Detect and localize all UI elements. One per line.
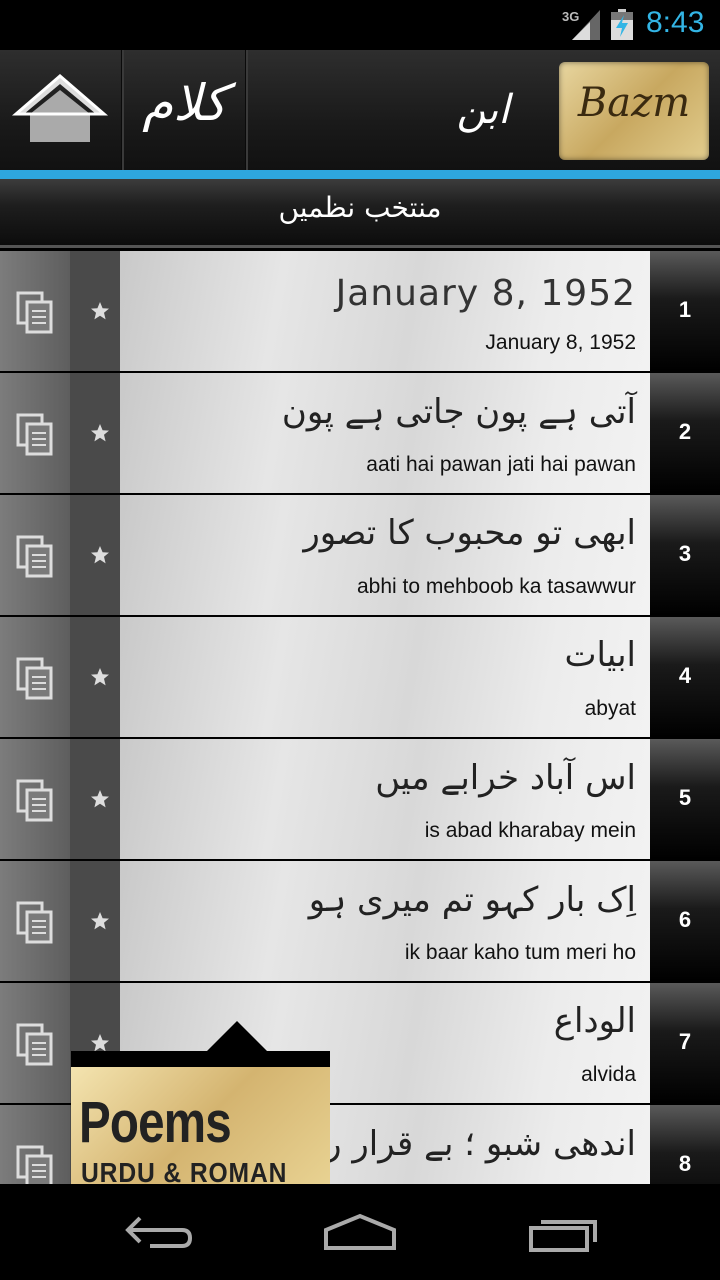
- copy-icon: [16, 1023, 53, 1066]
- home-button[interactable]: [0, 50, 121, 170]
- back-button[interactable]: [110, 1202, 210, 1262]
- star-icon: [91, 912, 109, 930]
- poem-title: آتی ہے پون جاتی ہے پون: [281, 392, 636, 432]
- home-icon: [11, 74, 109, 142]
- accent-divider: [0, 170, 720, 179]
- copy-icon: [16, 291, 53, 334]
- signal-icon: [572, 10, 600, 40]
- poem-number-cell: 1: [650, 251, 720, 371]
- poem-number: 3: [678, 541, 692, 566]
- app-bar: کلام ابن انشاء Bazm: [0, 50, 720, 233]
- favorite-button[interactable]: [70, 373, 120, 493]
- poem-roman-title: aati hai pawan jati hai pawan: [366, 453, 636, 476]
- battery-charging-icon: [611, 9, 633, 40]
- poem-title: اس آباد خرابے میں: [375, 758, 636, 798]
- poem-roman-title: alvida: [581, 1063, 636, 1086]
- poem-number: 5: [678, 785, 692, 810]
- copy-button[interactable]: [0, 373, 70, 493]
- favorite-button[interactable]: [70, 739, 120, 859]
- kalam-label: کلام: [142, 74, 227, 132]
- recents-button[interactable]: [515, 1202, 615, 1262]
- poem-roman-title: January 8, 1952: [485, 331, 636, 354]
- star-icon: [91, 546, 109, 564]
- poem-number: 4: [678, 663, 692, 688]
- home-icon: [324, 1213, 396, 1250]
- back-icon: [125, 1216, 193, 1248]
- recents-icon: [529, 1220, 597, 1252]
- copy-button[interactable]: [0, 251, 70, 371]
- poem-number-cell: 2: [650, 373, 720, 493]
- copy-icon: [16, 901, 53, 944]
- clock: 8:43: [646, 6, 705, 39]
- star-icon: [91, 790, 109, 808]
- favorite-button[interactable]: [70, 617, 120, 737]
- copy-icon: [16, 657, 53, 700]
- copy-button[interactable]: [0, 983, 70, 1103]
- poem-number-cell: 6: [650, 861, 720, 981]
- list-item[interactable]: ابیات abyat 4: [0, 617, 720, 737]
- favorite-button[interactable]: [70, 495, 120, 615]
- star-icon: [91, 668, 109, 686]
- poet-name: ابن انشاء: [439, 87, 528, 233]
- poem-number-cell: 3: [650, 495, 720, 615]
- nav-home-button[interactable]: [310, 1202, 410, 1262]
- popup-title: Poems: [79, 1090, 232, 1155]
- copy-button[interactable]: [0, 1105, 70, 1184]
- poem-roman-title: ik baar kaho tum meri ho: [404, 941, 636, 964]
- star-icon: [91, 1034, 109, 1052]
- system-nav-bar: [0, 1184, 720, 1280]
- copy-icon: [16, 413, 53, 456]
- poem-number: 2: [678, 419, 692, 444]
- copy-icon: [16, 535, 53, 578]
- copy-button[interactable]: [0, 617, 70, 737]
- poem-number-cell: 7: [650, 983, 720, 1103]
- favorite-button[interactable]: [70, 251, 120, 371]
- section-header: منتخب نظمیں: [0, 179, 720, 248]
- popup-pointer: [207, 1021, 267, 1051]
- poem-title: اندھی شبو ؛ بے قرار راتو: [288, 1124, 636, 1164]
- poem-text-cell[interactable]: اِک بار کہو تم میری ہو ik baar kaho tum …: [120, 861, 650, 981]
- poem-number: 8: [678, 1151, 692, 1176]
- poem-text-cell[interactable]: ابیات abyat: [120, 617, 650, 737]
- list-item[interactable]: اِک بار کہو تم میری ہو ik baar kaho tum …: [0, 861, 720, 981]
- poem-text-cell[interactable]: January 8, 1952 January 8, 1952: [120, 251, 650, 371]
- poem-list[interactable]: January 8, 1952 January 8, 1952 1 آتی ہے…: [0, 251, 720, 1184]
- copy-button[interactable]: [0, 861, 70, 981]
- copy-button[interactable]: [0, 495, 70, 615]
- list-item[interactable]: آتی ہے پون جاتی ہے پون aati hai pawan ja…: [0, 373, 720, 493]
- poem-text-cell[interactable]: آتی ہے پون جاتی ہے پون aati hai pawan ja…: [120, 373, 650, 493]
- poem-number: 7: [678, 1029, 692, 1054]
- list-item[interactable]: January 8, 1952 January 8, 1952 1: [0, 251, 720, 371]
- status-bar: 3G 8:43: [0, 0, 720, 50]
- list-item[interactable]: اس آباد خرابے میں is abad kharabay mein …: [0, 739, 720, 859]
- star-icon: [91, 302, 109, 320]
- poem-number-cell: 4: [650, 617, 720, 737]
- copy-icon: [16, 779, 53, 822]
- bazm-logo: Bazm: [559, 62, 709, 160]
- logo-text: Bazm: [577, 80, 691, 126]
- poem-title: ابیات: [564, 635, 636, 675]
- poem-number-cell: 8: [650, 1105, 720, 1184]
- poem-number-cell: 5: [650, 739, 720, 859]
- copy-icon: [16, 1145, 53, 1184]
- poem-text-cell[interactable]: ابھی تو محبوب کا تصور abhi to mehboob ka…: [120, 495, 650, 615]
- star-icon: [91, 424, 109, 442]
- poem-text-cell[interactable]: اس آباد خرابے میں is abad kharabay mein: [120, 739, 650, 859]
- list-item[interactable]: ابھی تو محبوب کا تصور abhi to mehboob ka…: [0, 495, 720, 615]
- poem-roman-title: abhi to mehboob ka tasawwur: [357, 575, 636, 598]
- poem-number: 1: [678, 297, 692, 322]
- favorite-button[interactable]: [70, 861, 120, 981]
- kalam-button[interactable]: کلام: [124, 50, 245, 170]
- section-title: منتخب نظمیں: [278, 191, 442, 224]
- popup-card: Poems URDU & ROMAN: [71, 1067, 330, 1188]
- poem-title: ابھی تو محبوب کا تصور: [303, 513, 636, 553]
- poem-title: اِک بار کہو تم میری ہو: [308, 880, 636, 920]
- poem-roman-title: abyat: [584, 697, 636, 720]
- copy-button[interactable]: [0, 739, 70, 859]
- poem-title: January 8, 1952: [335, 273, 636, 314]
- poem-roman-title: is abad kharabay mein: [424, 819, 636, 842]
- poem-number: 6: [678, 907, 692, 932]
- poems-popup[interactable]: Poems URDU & ROMAN: [71, 1021, 330, 1188]
- poem-title: الوداع: [553, 1001, 636, 1041]
